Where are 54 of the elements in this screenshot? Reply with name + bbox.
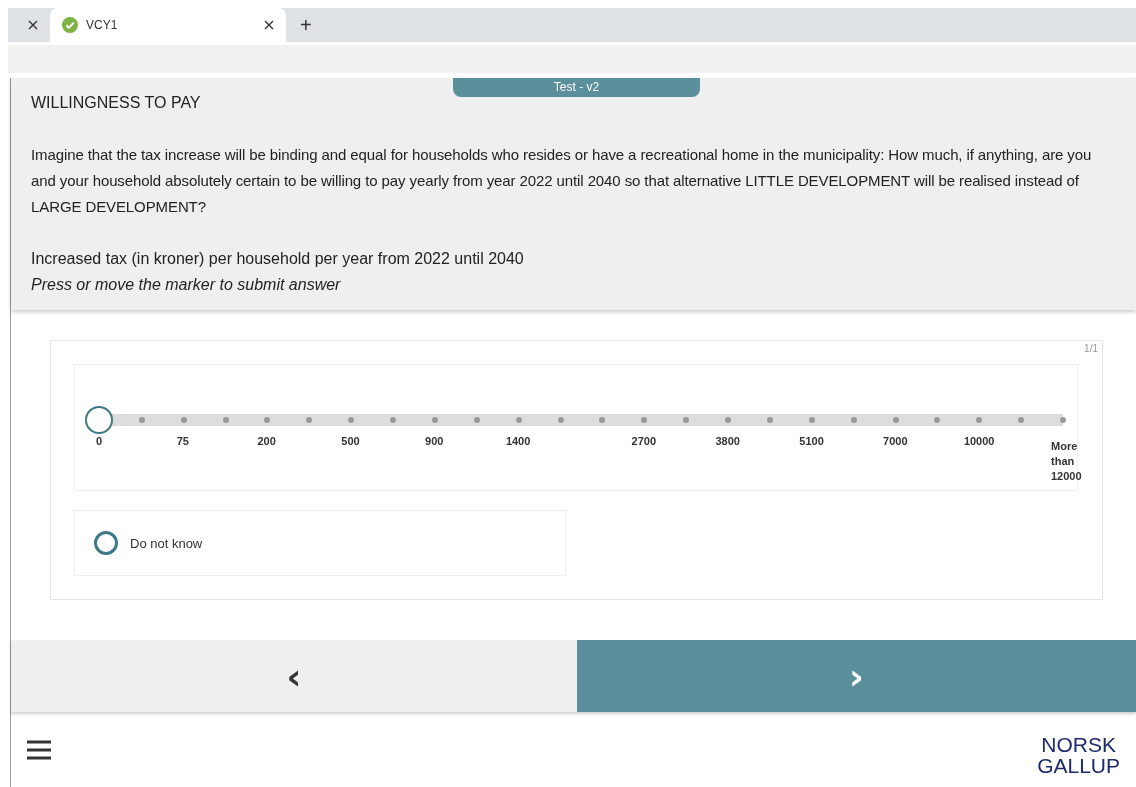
scale-label: Increased tax (in kroner) per household per year from 2022 until 2040 — [31, 249, 525, 269]
slider-thumb[interactable] — [85, 406, 113, 434]
back-button[interactable]: ‹ — [11, 640, 577, 712]
question-text: Imagine that the tax increase will be binding and equal for households who resides or have a recreational home in the municipality: How much, if anything, are you and your household absolutely certain to be willing to pay yearly from year 2022 until 2040 so that alternative LITTLE DEVELOPMENT will be realised instead of LARGE DEVELOPMENT? — [31, 145, 1093, 217]
radio-button[interactable] — [94, 531, 118, 555]
close-icon[interactable] — [28, 20, 38, 30]
menu-icon[interactable] — [27, 739, 51, 760]
tick-dot — [431, 417, 438, 423]
close-icon[interactable] — [264, 20, 274, 30]
tick-label: 3800 — [715, 435, 740, 447]
tick-label: 900 — [425, 435, 444, 447]
tick-dot — [306, 417, 313, 423]
tick-dot — [850, 417, 857, 423]
tick-dot — [390, 417, 397, 423]
tick-dot — [348, 417, 355, 423]
tick-label: 1400 — [505, 435, 531, 447]
tick-label: 5100 — [799, 435, 824, 447]
tick-label: 75 — [176, 435, 189, 447]
tick-dot — [892, 417, 899, 423]
tick-dot — [180, 417, 187, 423]
tick-dot — [599, 417, 606, 423]
tick-dot — [766, 417, 773, 423]
tick-label: 500 — [341, 435, 360, 447]
tick-dot — [557, 417, 564, 423]
question-title: WILLINGNESS TO PAY — [31, 94, 202, 112]
new-tab-button[interactable]: + — [286, 8, 326, 42]
answer-option[interactable]: Do not know — [74, 510, 566, 576]
page-counter: 1/1 — [1084, 343, 1098, 354]
tick-label: More than 12000 — [1051, 439, 1083, 484]
tick-dot — [934, 417, 941, 423]
tick-dot — [808, 417, 815, 423]
instruction-text: Press or move the marker to submit answer — [31, 275, 342, 295]
tick-label: 10000 — [963, 435, 995, 447]
browser-tab[interactable]: VCY1 — [50, 8, 286, 42]
tick-dot — [515, 417, 522, 423]
next-button[interactable]: › — [577, 640, 1136, 712]
tick-dot — [473, 417, 480, 423]
tick-dot — [641, 417, 648, 423]
tick-dot — [1018, 417, 1025, 423]
tick-dot — [683, 417, 690, 423]
tick-dot — [138, 417, 145, 423]
logo-text: NORSK — [1040, 733, 1117, 755]
logo-text: GALLUP — [1037, 754, 1120, 776]
tick-dot — [1060, 417, 1066, 423]
tick-label: 200 — [257, 435, 276, 447]
tick-label: 2700 — [631, 435, 657, 447]
tick-label: 0 — [95, 435, 103, 447]
tick-dot — [976, 417, 983, 423]
tick-dot — [264, 417, 271, 423]
tick-dot — [725, 417, 732, 423]
tick-dot — [222, 417, 229, 423]
tick-label: 7000 — [883, 435, 908, 447]
option-label: Do not know — [130, 535, 203, 551]
version-badge: Test - v2 — [453, 78, 700, 97]
